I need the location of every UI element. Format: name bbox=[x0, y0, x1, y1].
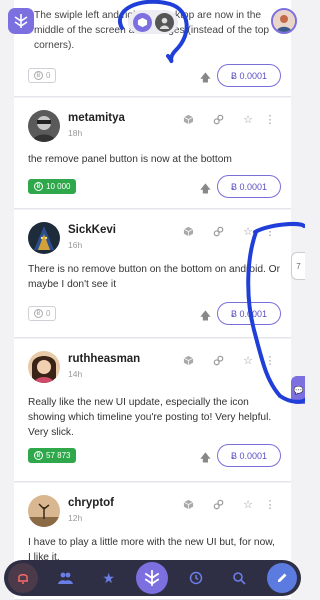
post-text: There is no remove button on the bottom … bbox=[28, 264, 281, 290]
side-counter-tab[interactable]: 7 bbox=[291, 252, 305, 280]
tip-amount-button[interactable]: Ƀ 0.0001 bbox=[217, 302, 281, 325]
upvote-icon[interactable]: 🡅 bbox=[200, 449, 211, 468]
more-icon[interactable]: ⋮ bbox=[263, 112, 277, 126]
chat-icon: 💬 bbox=[293, 385, 304, 395]
tip-badge[interactable]: Ƀ 57 873 bbox=[28, 448, 77, 463]
tip-badge[interactable]: Ƀ0 bbox=[28, 68, 57, 83]
logo-icon bbox=[14, 14, 28, 28]
people-icon bbox=[58, 572, 74, 584]
post-header: SickKevi 16h ☆ ⋮ bbox=[28, 222, 277, 256]
upvote-icon[interactable]: 🡅 bbox=[200, 307, 211, 326]
tip-amount-button[interactable]: Ƀ 0.0001 bbox=[217, 175, 281, 198]
notifications-button[interactable] bbox=[8, 563, 38, 593]
timeline-switcher[interactable] bbox=[128, 10, 178, 34]
cube-icon[interactable] bbox=[173, 353, 203, 367]
home-logo-button[interactable] bbox=[136, 562, 169, 594]
star-icon[interactable]: ☆ bbox=[233, 497, 263, 511]
post-header: ruthheasman 14h ☆ ⋮ bbox=[28, 351, 277, 385]
post-actions: ☆ ⋮ bbox=[173, 353, 277, 367]
upvote-icon[interactable]: 🡅 bbox=[200, 180, 211, 199]
post-footer: Ƀ0 🡅 Ƀ 0.0001 bbox=[28, 302, 281, 326]
post-actions: ☆ ⋮ bbox=[173, 497, 277, 511]
tip-amount-button[interactable]: Ƀ 0.0001 bbox=[217, 444, 281, 467]
post-text: Really like the new UI update, especiall… bbox=[28, 397, 272, 438]
username[interactable]: SickKevi bbox=[68, 224, 116, 236]
star-icon[interactable]: ☆ bbox=[233, 112, 263, 126]
coin-icon: Ƀ bbox=[34, 309, 43, 318]
upvote-icon[interactable]: 🡅 bbox=[200, 69, 211, 88]
history-button[interactable] bbox=[181, 563, 211, 593]
coin-icon: Ƀ bbox=[34, 182, 43, 191]
avatar[interactable] bbox=[28, 110, 60, 142]
avatar-icon bbox=[273, 10, 295, 32]
timestamp: 18h bbox=[68, 128, 83, 138]
more-icon[interactable]: ⋮ bbox=[263, 353, 277, 367]
post-card[interactable]: ruthheasman 14h ☆ ⋮ Really like the new … bbox=[14, 339, 291, 482]
link-icon[interactable] bbox=[203, 224, 233, 238]
avatar[interactable] bbox=[28, 351, 60, 383]
star-icon[interactable]: ☆ bbox=[233, 224, 263, 238]
cube-icon[interactable] bbox=[173, 112, 203, 126]
user-avatar-button[interactable] bbox=[271, 8, 297, 34]
people-button[interactable] bbox=[51, 563, 81, 593]
post-header: metamitya 18h ☆ ⋮ bbox=[28, 110, 277, 144]
pencil-icon bbox=[277, 573, 287, 582]
app-logo-button[interactable] bbox=[8, 8, 34, 34]
profile-timeline-icon[interactable] bbox=[154, 12, 174, 32]
timestamp: 16h bbox=[68, 240, 83, 250]
cube-icon[interactable] bbox=[173, 497, 203, 511]
clock-icon bbox=[190, 571, 203, 585]
post-header: chryptof 12h ☆ ⋮ bbox=[28, 495, 277, 529]
coin-icon: Ƀ bbox=[34, 451, 43, 460]
search-button[interactable] bbox=[224, 563, 254, 593]
more-icon[interactable]: ⋮ bbox=[263, 224, 277, 238]
more-icon[interactable]: ⋮ bbox=[263, 497, 277, 511]
post-actions: ☆ ⋮ bbox=[173, 224, 277, 238]
favorites-button[interactable]: ★ bbox=[94, 563, 124, 593]
cube-timeline-icon[interactable] bbox=[132, 12, 152, 32]
bottom-nav-bar: ★ bbox=[4, 560, 301, 596]
search-icon bbox=[233, 572, 246, 585]
tip-badge[interactable]: Ƀ0 bbox=[28, 306, 57, 321]
feed: The swiple left and right on desktop are… bbox=[0, 0, 305, 600]
link-icon[interactable] bbox=[203, 353, 233, 367]
post-text: the remove panel button is now at the bo… bbox=[28, 154, 232, 165]
link-icon[interactable] bbox=[203, 112, 233, 126]
post-footer: Ƀ0 🡅 Ƀ 0.0001 bbox=[28, 64, 281, 88]
bell-icon bbox=[18, 574, 28, 584]
username[interactable]: chryptof bbox=[68, 497, 114, 509]
link-icon[interactable] bbox=[203, 497, 233, 511]
avatar[interactable] bbox=[28, 222, 60, 254]
timestamp: 12h bbox=[68, 513, 83, 523]
star-filled-icon: ★ bbox=[102, 569, 115, 586]
post-actions: ☆ ⋮ bbox=[173, 112, 277, 126]
post-card[interactable]: metamitya 18h ☆ ⋮ the remove panel butto… bbox=[14, 98, 291, 209]
post-footer: Ƀ 10 000 🡅 Ƀ 0.0001 bbox=[28, 175, 281, 199]
post-footer: Ƀ 57 873 🡅 Ƀ 0.0001 bbox=[28, 444, 281, 468]
post-card[interactable]: SickKevi 16h ☆ ⋮ There is no remove butt… bbox=[14, 210, 291, 338]
tip-amount-button[interactable]: Ƀ 0.0001 bbox=[217, 64, 281, 87]
compose-button[interactable] bbox=[266, 563, 297, 593]
coin-icon: Ƀ bbox=[34, 71, 43, 80]
timestamp: 14h bbox=[68, 369, 83, 379]
cube-icon[interactable] bbox=[173, 224, 203, 238]
avatar[interactable] bbox=[28, 495, 60, 527]
star-icon[interactable]: ☆ bbox=[233, 353, 263, 367]
tip-badge[interactable]: Ƀ 10 000 bbox=[28, 179, 77, 194]
side-chat-tab[interactable]: 💬 bbox=[291, 376, 305, 404]
logo-icon bbox=[145, 570, 160, 586]
username[interactable]: metamitya bbox=[68, 112, 125, 124]
username[interactable]: ruthheasman bbox=[68, 353, 140, 365]
